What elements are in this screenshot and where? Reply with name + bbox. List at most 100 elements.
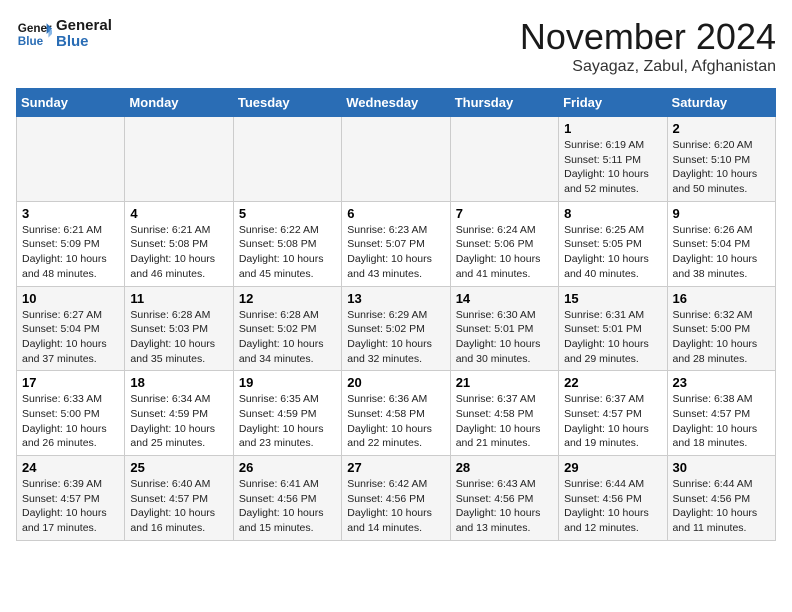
calendar-cell: 21Sunrise: 6:37 AM Sunset: 4:58 PM Dayli… [450, 371, 558, 456]
day-number: 5 [239, 206, 336, 221]
day-info: Sunrise: 6:37 AM Sunset: 4:58 PM Dayligh… [456, 393, 541, 449]
day-number: 25 [130, 460, 227, 475]
svg-text:Blue: Blue [18, 35, 44, 48]
day-number: 1 [564, 121, 661, 136]
calendar-table: SundayMondayTuesdayWednesdayThursdayFrid… [16, 88, 776, 541]
logo-general: General [56, 18, 112, 35]
day-info: Sunrise: 6:41 AM Sunset: 4:56 PM Dayligh… [239, 478, 324, 534]
calendar-cell: 14Sunrise: 6:30 AM Sunset: 5:01 PM Dayli… [450, 286, 558, 371]
day-info: Sunrise: 6:42 AM Sunset: 4:56 PM Dayligh… [347, 478, 432, 534]
calendar-cell: 6 Sunrise: 6:23 AM Sunset: 5:07 PM Daylig… [342, 201, 450, 286]
week-row-2: 3 Sunrise: 6:21 AM Sunset: 5:09 PM Daylig… [17, 201, 776, 286]
weekday-header-sunday: Sunday [17, 89, 125, 117]
day-info: Sunrise: 6:37 AM Sunset: 4:57 PM Dayligh… [564, 393, 649, 449]
calendar-cell: 13 Sunrise: 6:29 AM Sunset: 5:02 PM Dayli… [342, 286, 450, 371]
calendar-cell: 18 Sunrise: 6:34 AM Sunset: 4:59 PM Dayli… [125, 371, 233, 456]
calendar-cell: 25 Sunrise: 6:40 AM Sunset: 4:57 PM Dayli… [125, 456, 233, 541]
calendar-cell: 9 Sunrise: 6:26 AM Sunset: 5:04 PM Daylig… [667, 201, 775, 286]
calendar-cell: 11 Sunrise: 6:28 AM Sunset: 5:03 PM Dayli… [125, 286, 233, 371]
day-number: 13 [347, 291, 444, 306]
day-info: Sunrise: 6:38 AM Sunset: 4:57 PM Dayligh… [673, 393, 758, 449]
day-info: Sunrise: 6:27 AM Sunset: 5:04 PM Dayligh… [22, 309, 107, 365]
day-info: Sunrise: 6:28 AM Sunset: 5:02 PM Dayligh… [239, 309, 324, 365]
calendar-cell: 12 Sunrise: 6:28 AM Sunset: 5:02 PM Dayli… [233, 286, 341, 371]
day-info: Sunrise: 6:43 AM Sunset: 4:56 PM Dayligh… [456, 478, 541, 534]
day-number: 24 [22, 460, 119, 475]
day-number: 8 [564, 206, 661, 221]
day-info: Sunrise: 6:39 AM Sunset: 4:57 PM Dayligh… [22, 478, 107, 534]
day-number: 16 [673, 291, 770, 306]
logo: General Blue General Blue [16, 16, 112, 52]
calendar-cell: 23 Sunrise: 6:38 AM Sunset: 4:57 PM Dayli… [667, 371, 775, 456]
weekday-header-wednesday: Wednesday [342, 89, 450, 117]
day-info: Sunrise: 6:20 AM Sunset: 5:10 PM Dayligh… [673, 139, 758, 195]
day-number: 23 [673, 375, 770, 390]
day-info: Sunrise: 6:21 AM Sunset: 5:09 PM Dayligh… [22, 224, 107, 280]
calendar-cell: 28 Sunrise: 6:43 AM Sunset: 4:56 PM Dayli… [450, 456, 558, 541]
day-info: Sunrise: 6:34 AM Sunset: 4:59 PM Dayligh… [130, 393, 215, 449]
location: Sayagaz, Zabul, Afghanistan [520, 58, 776, 76]
day-info: Sunrise: 6:24 AM Sunset: 5:06 PM Dayligh… [456, 224, 541, 280]
day-info: Sunrise: 6:29 AM Sunset: 5:02 PM Dayligh… [347, 309, 432, 365]
day-number: 2 [673, 121, 770, 136]
calendar-cell [342, 117, 450, 202]
month-title: November 2024 [520, 16, 776, 58]
day-info: Sunrise: 6:28 AM Sunset: 5:03 PM Dayligh… [130, 309, 215, 365]
day-info: Sunrise: 6:32 AM Sunset: 5:00 PM Dayligh… [673, 309, 758, 365]
weekday-header-monday: Monday [125, 89, 233, 117]
calendar-cell [233, 117, 341, 202]
week-row-4: 17 Sunrise: 6:33 AM Sunset: 5:00 PM Dayli… [17, 371, 776, 456]
calendar-cell: 7 Sunrise: 6:24 AM Sunset: 5:06 PM Daylig… [450, 201, 558, 286]
page-header: General Blue General Blue November 2024 … [16, 16, 776, 76]
day-info: Sunrise: 6:23 AM Sunset: 5:07 PM Dayligh… [347, 224, 432, 280]
day-number: 28 [456, 460, 553, 475]
week-row-1: 1Sunrise: 6:19 AM Sunset: 5:11 PM Daylig… [17, 117, 776, 202]
calendar-cell: 19 Sunrise: 6:35 AM Sunset: 4:59 PM Dayli… [233, 371, 341, 456]
day-info: Sunrise: 6:22 AM Sunset: 5:08 PM Dayligh… [239, 224, 324, 280]
calendar-cell: 3 Sunrise: 6:21 AM Sunset: 5:09 PM Daylig… [17, 201, 125, 286]
day-number: 7 [456, 206, 553, 221]
calendar-cell: 27Sunrise: 6:42 AM Sunset: 4:56 PM Dayli… [342, 456, 450, 541]
calendar-cell: 24 Sunrise: 6:39 AM Sunset: 4:57 PM Dayli… [17, 456, 125, 541]
day-number: 20 [347, 375, 444, 390]
day-info: Sunrise: 6:33 AM Sunset: 5:00 PM Dayligh… [22, 393, 107, 449]
day-number: 29 [564, 460, 661, 475]
day-info: Sunrise: 6:26 AM Sunset: 5:04 PM Dayligh… [673, 224, 758, 280]
day-number: 30 [673, 460, 770, 475]
day-number: 9 [673, 206, 770, 221]
day-info: Sunrise: 6:36 AM Sunset: 4:58 PM Dayligh… [347, 393, 432, 449]
day-number: 17 [22, 375, 119, 390]
day-info: Sunrise: 6:44 AM Sunset: 4:56 PM Dayligh… [564, 478, 649, 534]
calendar-cell [17, 117, 125, 202]
day-number: 12 [239, 291, 336, 306]
day-info: Sunrise: 6:30 AM Sunset: 5:01 PM Dayligh… [456, 309, 541, 365]
day-info: Sunrise: 6:40 AM Sunset: 4:57 PM Dayligh… [130, 478, 215, 534]
calendar-cell: 5 Sunrise: 6:22 AM Sunset: 5:08 PM Daylig… [233, 201, 341, 286]
day-number: 19 [239, 375, 336, 390]
day-number: 26 [239, 460, 336, 475]
calendar-cell: 15Sunrise: 6:31 AM Sunset: 5:01 PM Dayli… [559, 286, 667, 371]
calendar-cell: 10Sunrise: 6:27 AM Sunset: 5:04 PM Dayli… [17, 286, 125, 371]
calendar-cell: 29 Sunrise: 6:44 AM Sunset: 4:56 PM Dayli… [559, 456, 667, 541]
calendar-cell [125, 117, 233, 202]
calendar-cell: 20 Sunrise: 6:36 AM Sunset: 4:58 PM Dayli… [342, 371, 450, 456]
logo-blue: Blue [56, 34, 112, 51]
weekday-header-row: SundayMondayTuesdayWednesdayThursdayFrid… [17, 89, 776, 117]
day-number: 22 [564, 375, 661, 390]
week-row-3: 10Sunrise: 6:27 AM Sunset: 5:04 PM Dayli… [17, 286, 776, 371]
weekday-header-tuesday: Tuesday [233, 89, 341, 117]
day-info: Sunrise: 6:25 AM Sunset: 5:05 PM Dayligh… [564, 224, 649, 280]
calendar-cell [450, 117, 558, 202]
calendar-cell: 26 Sunrise: 6:41 AM Sunset: 4:56 PM Dayli… [233, 456, 341, 541]
weekday-header-thursday: Thursday [450, 89, 558, 117]
day-info: Sunrise: 6:44 AM Sunset: 4:56 PM Dayligh… [673, 478, 758, 534]
day-number: 3 [22, 206, 119, 221]
calendar-cell: 22 Sunrise: 6:37 AM Sunset: 4:57 PM Dayli… [559, 371, 667, 456]
day-info: Sunrise: 6:35 AM Sunset: 4:59 PM Dayligh… [239, 393, 324, 449]
day-number: 11 [130, 291, 227, 306]
calendar-cell: 8 Sunrise: 6:25 AM Sunset: 5:05 PM Daylig… [559, 201, 667, 286]
day-number: 6 [347, 206, 444, 221]
day-number: 18 [130, 375, 227, 390]
weekday-header-friday: Friday [559, 89, 667, 117]
day-number: 4 [130, 206, 227, 221]
